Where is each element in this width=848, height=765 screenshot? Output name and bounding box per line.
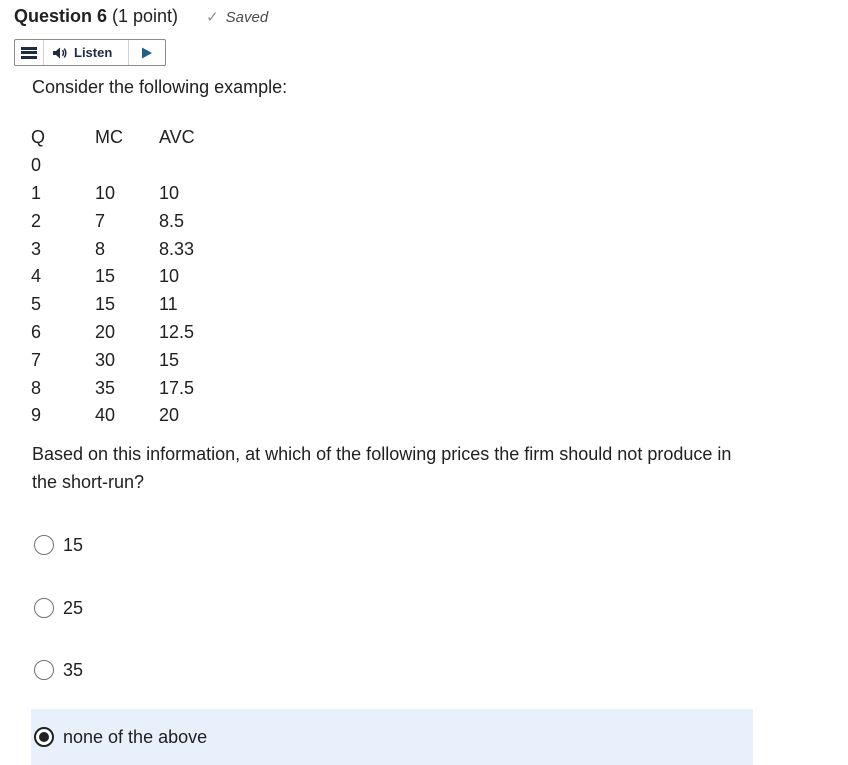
cell-mc: 15 (95, 266, 116, 287)
saved-label: Saved (225, 8, 269, 26)
question-header: Question 6 (1 point) ✓ Saved (14, 6, 268, 30)
table-row: 6 20 12.5 (31, 319, 239, 347)
check-icon: ✓ (206, 9, 219, 26)
speaker-icon (53, 47, 67, 58)
cell-mc: 20 (95, 321, 116, 342)
menu-icon (21, 46, 37, 59)
cell-q: 5 (31, 294, 42, 315)
cell-q: 6 (31, 321, 42, 342)
cell-q: 9 (31, 405, 42, 426)
cell-avc: 8.5 (159, 210, 185, 231)
saved-status: ✓ Saved (206, 8, 269, 27)
cell-avc (159, 152, 239, 180)
play-button[interactable] (129, 40, 165, 65)
cell-q: 2 (31, 210, 42, 231)
table-row: 5 15 11 (31, 291, 239, 319)
option-35[interactable]: 35 (31, 642, 753, 698)
table-row: 0 (31, 152, 239, 180)
option-label: 25 (63, 597, 84, 618)
option-none-of-the-above[interactable]: none of the above (31, 709, 753, 765)
radio-button[interactable] (34, 598, 54, 618)
question-title: Question 6 (14, 6, 108, 26)
radio-button[interactable] (34, 535, 54, 555)
header-avc: AVC (159, 127, 195, 148)
table-header-row: Q MC AVC (31, 124, 239, 152)
question-text: Based on this information, at which of t… (32, 444, 732, 492)
option-label: none of the above (63, 726, 208, 747)
cell-avc: 8.33 (159, 238, 195, 259)
cell-mc: 15 (95, 294, 116, 315)
table-row: 2 7 8.5 (31, 207, 239, 235)
table-row: 8 35 17.5 (31, 374, 239, 402)
cell-avc: 10 (159, 266, 180, 287)
listen-button[interactable]: Listen (44, 40, 129, 65)
option-15[interactable]: 15 (31, 517, 753, 573)
cell-avc: 10 (159, 182, 180, 203)
option-label: 15 (63, 534, 84, 555)
table-row: 7 30 15 (31, 346, 239, 374)
table-row: 3 8 8.33 (31, 235, 239, 263)
listen-menu-button[interactable] (15, 40, 44, 65)
listen-toolbar: Listen (14, 39, 166, 66)
header-mc: MC (95, 127, 123, 148)
prompt-text: Consider the following example: (32, 77, 288, 97)
radio-button-selected[interactable] (34, 727, 54, 747)
table-row: 4 15 10 (31, 263, 239, 291)
cell-avc: 11 (159, 294, 178, 315)
radio-button[interactable] (34, 660, 54, 680)
cell-mc: 10 (95, 182, 116, 203)
cell-avc: 17.5 (159, 377, 195, 398)
cell-q: 3 (31, 238, 42, 259)
cell-q: 4 (31, 266, 42, 287)
cell-mc: 8 (95, 238, 106, 259)
cost-table: Q MC AVC 0 1 10 10 2 7 8.5 3 8 8.33 4 15 10 5 15 1… (31, 124, 239, 430)
question-points: (1 point) (112, 6, 179, 26)
table-row: 1 10 10 (31, 180, 239, 208)
listen-label: Listen (74, 45, 113, 60)
cell-avc: 12.5 (159, 321, 195, 342)
table-row: 9 40 20 (31, 402, 239, 430)
cell-q: 1 (31, 182, 42, 203)
radio-dot (39, 732, 49, 742)
cell-q: 7 (31, 349, 42, 370)
option-label: 35 (63, 659, 84, 680)
play-icon (142, 47, 152, 58)
cell-q: 0 (31, 155, 42, 176)
cell-q: 8 (31, 377, 42, 398)
cell-mc: 35 (95, 377, 116, 398)
cell-mc: 40 (95, 405, 116, 426)
option-25[interactable]: 25 (31, 580, 753, 636)
header-q: Q (31, 127, 46, 148)
cell-mc: 30 (95, 349, 116, 370)
cell-avc: 15 (159, 349, 180, 370)
cell-avc: 20 (159, 405, 180, 426)
cell-mc (95, 152, 159, 180)
cell-mc: 7 (95, 210, 106, 231)
